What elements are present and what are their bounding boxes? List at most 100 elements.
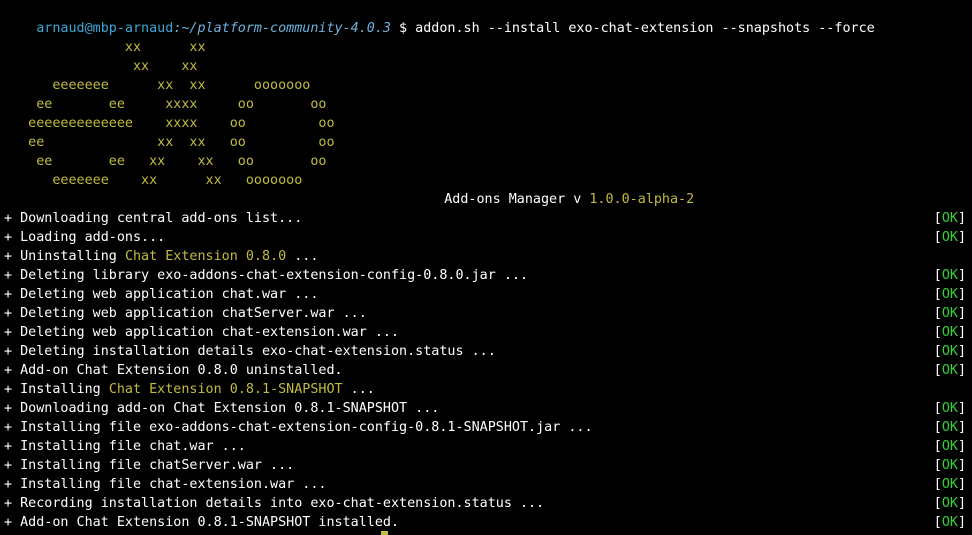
ok-bracket-open: [	[933, 458, 942, 473]
ok-bracket-close: ]	[957, 344, 966, 359]
log-line: + Loading add-ons...	[4, 228, 165, 247]
log-line: + Installing file chatServer.war ...	[4, 456, 294, 475]
terminal-window[interactable]: arnaud@mbp-arnaud:~/platform-community-4…	[0, 0, 972, 535]
ok-label: OK	[941, 211, 958, 226]
ok-bracket-close: ]	[957, 401, 966, 416]
banner-art-line: eeeeeee xx xx ooooooo	[4, 173, 303, 188]
ok-bracket-open: [	[933, 268, 942, 283]
ok-status: [OK]	[934, 456, 966, 475]
log-text: + Recording installation details into ex…	[4, 496, 545, 511]
log-text: + Uninstalling	[4, 249, 125, 264]
ok-status: [OK]	[934, 399, 966, 418]
command-prompt-line: arnaud@mbp-arnaud:~/platform-community-4…	[4, 0, 874, 36]
ok-status: [OK]	[934, 437, 966, 456]
terminal-cursor	[381, 531, 388, 535]
ok-bracket-close: ]	[957, 458, 966, 473]
ok-bracket-close: ]	[957, 515, 966, 530]
log-line: + Uninstalling Chat Extension 0.8.0 ...	[4, 247, 318, 266]
ok-label: OK	[941, 363, 958, 378]
ok-bracket-close: ]	[957, 420, 966, 435]
ok-label: OK	[941, 420, 958, 435]
log-highlight: Chat Extension 0.8.1-SNAPSHOT	[108, 382, 343, 397]
ok-label: OK	[941, 268, 958, 283]
log-line: + Downloading add-on Chat Extension 0.8.…	[4, 399, 439, 418]
log-line: + Installing file exo-addons-chat-extens…	[4, 418, 593, 437]
ok-bracket-open: [	[933, 306, 942, 321]
ok-status: [OK]	[934, 228, 966, 247]
ok-status: [OK]	[934, 323, 966, 342]
ok-status: [OK]	[934, 513, 966, 532]
ok-bracket-close: ]	[957, 211, 966, 226]
ok-bracket-open: [	[933, 363, 942, 378]
log-text: + Deleting web application chat.war ...	[4, 287, 319, 302]
log-highlight: Chat Extension 0.8.0	[124, 249, 287, 264]
log-line: + Deleting installation details exo-chat…	[4, 342, 496, 361]
prompt-symbol: $	[390, 21, 416, 36]
ok-status: [OK]	[934, 285, 966, 304]
ok-status: [OK]	[934, 361, 966, 380]
log-text: + Add-on Chat Extension 0.8.1-SNAPSHOT i…	[4, 515, 400, 530]
command-text: addon.sh --install exo-chat-extension --…	[415, 21, 875, 36]
banner-title-text: Add-ons Manager v	[444, 192, 590, 207]
ok-bracket-open: [	[933, 211, 942, 226]
prompt-user-host: arnaud@mbp-arnaud	[36, 21, 174, 36]
ok-label: OK	[941, 515, 958, 530]
log-text: + Deleting web application chatServer.wa…	[4, 306, 367, 321]
ok-bracket-open: [	[933, 230, 942, 245]
log-text: + Installing file chatServer.war ...	[4, 458, 295, 473]
ok-status: [OK]	[934, 304, 966, 323]
ok-label: OK	[941, 344, 958, 359]
ok-bracket-open: [	[933, 325, 942, 340]
banner-art-line: xx xx	[4, 59, 198, 74]
log-text-suffix: ...	[342, 382, 375, 397]
log-text: + Installing file exo-addons-chat-extens…	[4, 420, 593, 435]
log-line: + Installing file chat.war ...	[4, 437, 246, 456]
ok-label: OK	[941, 287, 958, 302]
banner-art-line: ee ee xxxx oo oo	[4, 97, 327, 112]
prompt-path: :~/platform-community-4.0.3	[173, 21, 391, 36]
ok-label: OK	[941, 325, 958, 340]
ok-label: OK	[941, 439, 958, 454]
ok-bracket-close: ]	[957, 268, 966, 283]
banner-version: 1.0.0-alpha-2	[589, 192, 695, 207]
ok-bracket-close: ]	[957, 287, 966, 302]
ok-bracket-open: [	[933, 477, 942, 492]
ok-label: OK	[941, 401, 958, 416]
banner-title: Add-ons Manager v 1.0.0-alpha-2	[412, 171, 694, 207]
ok-bracket-close: ]	[957, 325, 966, 340]
ok-bracket-close: ]	[957, 477, 966, 492]
ok-bracket-close: ]	[957, 230, 966, 245]
ok-bracket-open: [	[933, 344, 942, 359]
ok-bracket-close: ]	[957, 496, 966, 511]
ok-label: OK	[941, 306, 958, 321]
log-text: + Installing	[4, 382, 109, 397]
ok-bracket-close: ]	[957, 439, 966, 454]
banner-art-line: eeeeeeeeeeeee xxxx oo oo	[4, 116, 335, 131]
ok-label: OK	[941, 496, 958, 511]
ok-status: [OK]	[934, 266, 966, 285]
ok-status: [OK]	[934, 418, 966, 437]
ok-label: OK	[941, 477, 958, 492]
log-line: + Deleting web application chatServer.wa…	[4, 304, 367, 323]
log-line: + Installing file chat-extension.war ...	[4, 475, 326, 494]
banner-art-line: eeeeeee xx xx ooooooo	[4, 78, 311, 93]
log-text: + Downloading add-on Chat Extension 0.8.…	[4, 401, 440, 416]
log-line: + Add-on Chat Extension 0.8.0 uninstalle…	[4, 361, 343, 380]
ok-status: [OK]	[934, 342, 966, 361]
log-line: + Deleting library exo-addons-chat-exten…	[4, 266, 528, 285]
log-text: + Deleting installation details exo-chat…	[4, 344, 496, 359]
log-text: + Downloading central add-ons list...	[4, 211, 303, 226]
ok-status: [OK]	[934, 209, 966, 228]
banner-art-line: ee xx xx oo oo	[4, 135, 335, 150]
ok-bracket-close: ]	[957, 363, 966, 378]
log-text: + Installing file chat.war ...	[4, 439, 246, 454]
ok-bracket-open: [	[933, 496, 942, 511]
ok-bracket-open: [	[933, 515, 942, 530]
ok-bracket-open: [	[933, 439, 942, 454]
log-text: + Deleting library exo-addons-chat-exten…	[4, 268, 529, 283]
log-text: + Loading add-ons...	[4, 230, 166, 245]
log-text: + Deleting web application chat-extensio…	[4, 325, 400, 340]
ok-bracket-open: [	[933, 420, 942, 435]
log-text-suffix: ...	[286, 249, 319, 264]
ok-status: [OK]	[934, 494, 966, 513]
